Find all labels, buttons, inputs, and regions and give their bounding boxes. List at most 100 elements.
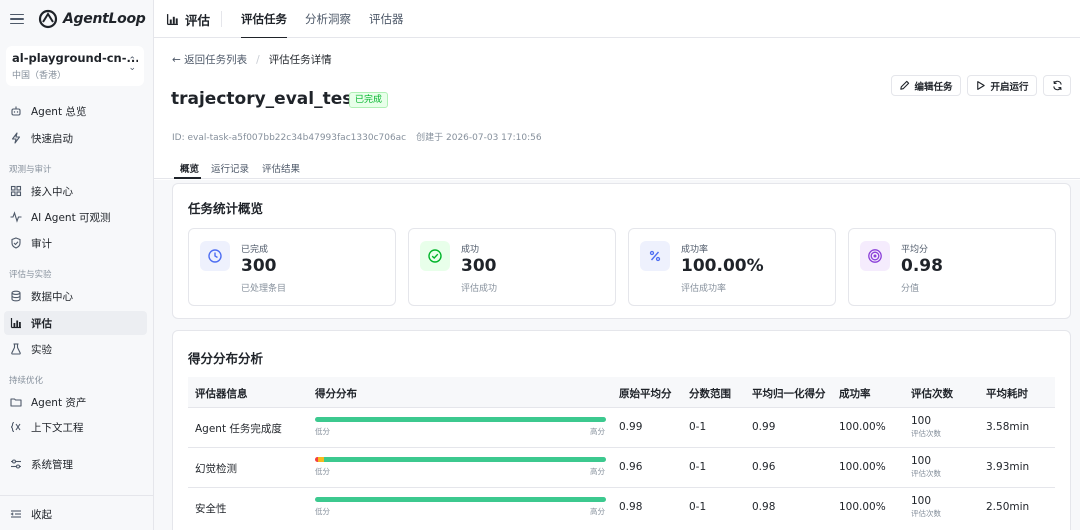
column-header: 得分分布 [315, 388, 357, 400]
normalized-average: 0.99 [752, 421, 776, 433]
percent-icon [640, 241, 670, 271]
column-header: 评估次数 [911, 388, 953, 400]
flask-icon [10, 343, 22, 355]
collapse-button[interactable]: 收起 [4, 502, 147, 526]
sidebar-item-audit[interactable]: 审计 [4, 231, 147, 255]
module-title: 评估 [166, 0, 210, 38]
column-header: 评估器信息 [195, 388, 248, 400]
overview-card: 任务统计概览 已完成 300 已处理条目 成功 300 评估成功 成功率 100… [172, 183, 1071, 319]
sidebar-item-experiment[interactable]: 实验 [4, 337, 147, 361]
score-range: 0-1 [689, 421, 707, 433]
sidebar-item-evaluation[interactable]: 评估 [4, 311, 147, 335]
stat-sub: 已处理条目 [241, 284, 287, 294]
sidebar: AgentLoop al-playground-cn-... 中国（香港） ⌃ ⌄… [0, 0, 154, 530]
sidebar-item-agent-assets[interactable]: Agent 资产 [4, 390, 147, 414]
target-icon [860, 241, 890, 271]
evaluator-name: 幻觉检测 [195, 463, 237, 475]
back-link[interactable]: ← 返回任务列表 [172, 52, 247, 67]
score-range: 0-1 [689, 501, 707, 513]
pulse-icon [10, 211, 22, 223]
stat-value: 0.98 [901, 256, 943, 276]
sidebar-footer: 收起 [0, 495, 154, 521]
sidebar-item-observability[interactable]: AI Agent 可观测 [4, 205, 147, 229]
chevron-updown-icon: ⌃ ⌄ [128, 56, 136, 73]
nav-group-observe: 观测与审计 [9, 165, 52, 175]
sidebar-item-quick-start[interactable]: 快速启动 [4, 126, 147, 150]
bar-segment-high [315, 417, 606, 422]
detail-tabs: 概览 运行记录 评估结果 [154, 157, 1080, 179]
sidebar-item-context-engineering[interactable]: 上下文工程 [4, 415, 147, 439]
menu-icon[interactable] [10, 13, 24, 25]
agentloop-logo-icon [38, 9, 58, 29]
sidebar-item-data-center[interactable]: 数据中心 [4, 284, 147, 308]
raw-average: 0.99 [619, 421, 643, 433]
start-run-button[interactable]: 开启运行 [967, 75, 1037, 96]
stat-value: 300 [241, 256, 277, 276]
table-row[interactable]: Agent 任务完成度 低分 高分 0.99 0-1 0.99 100.00% 100 评估次数… [188, 407, 1055, 447]
database-icon [10, 290, 22, 302]
robot-icon [10, 105, 22, 117]
column-header: 平均归一化得分 [752, 388, 826, 400]
stat-sub: 评估成功率 [681, 284, 727, 294]
normalized-average: 0.96 [752, 461, 776, 473]
collapse-icon [10, 508, 22, 520]
refresh-button[interactable] [1043, 75, 1071, 96]
settings-icon [10, 458, 22, 470]
breadcrumb-current: 评估任务详情 [268, 54, 332, 66]
play-icon [977, 81, 986, 90]
page-title: trajectory_eval_test [171, 89, 361, 109]
score-distribution-bar [315, 457, 606, 462]
stat-value: 100.00% [681, 256, 764, 276]
stat-label: 平均分 [901, 245, 929, 255]
workspace-selector[interactable]: al-playground-cn-... 中国（香港） ⌃ ⌄ [6, 46, 144, 86]
folder-icon [10, 396, 22, 408]
stat-completed: 已完成 300 已处理条目 [188, 228, 396, 306]
sidebar-item-integration[interactable]: 接入中心 [4, 179, 147, 203]
main-content: ← 返回任务列表 / 评估任务详情 trajectory_eval_test 已… [154, 38, 1080, 530]
tab-overview[interactable]: 概览 [180, 161, 199, 175]
lightning-icon [10, 132, 22, 144]
tab-run-records[interactable]: 运行记录 [211, 161, 249, 175]
stat-label: 已完成 [241, 245, 269, 255]
shield-icon [10, 237, 22, 249]
evaluator-name: Agent 任务完成度 [195, 423, 282, 435]
task-id: ID: eval-task-a5f007bb22c34b47993fac1330… [172, 133, 407, 143]
status-badge: 已完成 [349, 92, 389, 108]
nav-group-eval: 评估与实验 [9, 270, 52, 280]
sidebar-item-agent-overview[interactable]: Agent 总览 [4, 99, 147, 123]
clock-icon [200, 241, 230, 271]
high-score-label: 高分 [590, 467, 605, 476]
tab-eval-results[interactable]: 评估结果 [262, 161, 300, 175]
check-circle-icon [420, 241, 450, 271]
edit-task-button[interactable]: 编辑任务 [891, 75, 961, 96]
stat-success: 成功 300 评估成功 [408, 228, 616, 306]
active-subtab-indicator [174, 177, 201, 179]
content-area: 任务统计概览 已完成 300 已处理条目 成功 300 评估成功 成功率 100… [154, 180, 1080, 530]
eval-count: 100 评估次数 [911, 495, 941, 518]
top-bar: 评估 评估任务 分析洞察 评估器 [154, 0, 1080, 39]
average-duration: 3.93min [986, 461, 1030, 473]
table-row[interactable]: 幻觉检测 低分 高分 0.96 0-1 0.96 100.00% 100 评估次数 3.93min [188, 447, 1055, 487]
grid-icon [10, 185, 22, 197]
raw-average: 0.98 [619, 501, 643, 513]
evaluator-name: 安全性 [195, 503, 227, 515]
breadcrumb: ← 返回任务列表 / 评估任务详情 [172, 52, 332, 67]
high-score-label: 高分 [590, 507, 605, 516]
topbar-divider [221, 11, 222, 27]
average-duration: 3.58min [986, 421, 1030, 433]
brand-name: AgentLoop [63, 11, 146, 27]
stat-label: 成功 [461, 245, 480, 255]
eval-count: 100 评估次数 [911, 455, 941, 478]
bar-segment-high [315, 497, 606, 502]
tab-eval-tasks[interactable]: 评估任务 [241, 0, 287, 39]
sidebar-item-system-settings[interactable]: 系统管理 [4, 452, 147, 476]
column-header: 分数范围 [689, 388, 731, 400]
table-row[interactable]: 安全性 低分 高分 0.98 0-1 0.98 100.00% 100 评估次数 2.50min [188, 487, 1055, 527]
average-duration: 2.50min [986, 501, 1030, 513]
tab-evaluators[interactable]: 评估器 [369, 0, 404, 38]
distribution-card: 得分分布分析 评估器信息 得分分布 原始平均分 分数范围 平均归一化得分 成功率… [172, 330, 1071, 530]
tab-insights[interactable]: 分析洞察 [305, 0, 351, 38]
table-header: 评估器信息 得分分布 原始平均分 分数范围 平均归一化得分 成功率 评估次数 平… [188, 377, 1055, 407]
stat-label: 成功率 [681, 245, 709, 255]
bar-segment-high [323, 457, 606, 462]
